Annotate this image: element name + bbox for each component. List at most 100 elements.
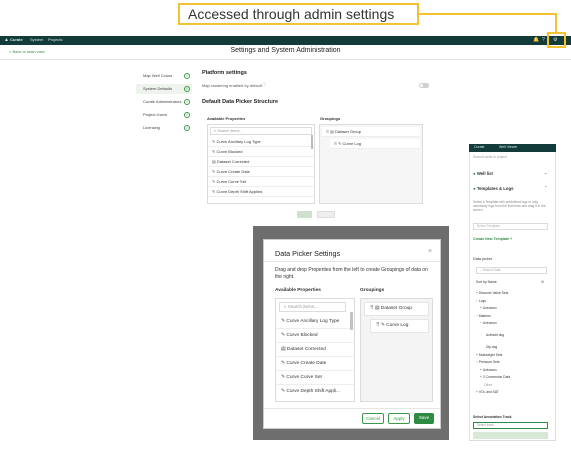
add-annotation-button[interactable] [473, 432, 548, 439]
modal-footer-divider [264, 408, 440, 409]
tree-item[interactable]: + VOL and SAT [476, 390, 550, 398]
tree-item[interactable]: + Unknown [476, 306, 550, 314]
tree-item[interactable]: − Pressure Sets [476, 360, 550, 368]
list-item[interactable]: ✎ Curve Create Date [208, 167, 314, 177]
data-tree: + Discover Value Sets − Logs + Unknown −… [476, 291, 550, 398]
tree-item[interactable]: − Markers [476, 314, 550, 322]
list-item[interactable]: ⠿ ▤ Dataset Group [364, 302, 429, 316]
drag-handle-icon: ⠿ [376, 323, 380, 328]
bell-icon[interactable]: 🔔 [533, 36, 539, 44]
nav-item-project-users[interactable]: Project Users ✓ [136, 110, 192, 120]
pencil-icon: ✎ [281, 333, 286, 338]
nav-item-system-defaults[interactable]: System Defaults ✓ [136, 84, 192, 94]
templates-logs-section[interactable]: ● Templates & Logs [473, 186, 514, 191]
list-item[interactable]: ⠿ ✎ Curve Log [330, 139, 420, 149]
pencil-icon: ✎ [380, 323, 385, 328]
nav-item-curate-administrators[interactable]: Curate Administrators ✓ [136, 97, 192, 107]
pencil-icon: ✎ [281, 319, 286, 324]
sort-by-name-select[interactable]: Sort by Name [476, 280, 497, 285]
tree-item[interactable]: + Mudweight Sets [476, 353, 550, 361]
list-item[interactable]: ✎ Curve Ancillary Log Type [208, 137, 314, 147]
check-circle-icon: ✓ [184, 73, 190, 79]
tree-item[interactable]: − Unknown [476, 321, 550, 329]
chevron-down-icon[interactable]: ⌄ [544, 171, 547, 176]
available-properties-label: Available Properties [207, 116, 246, 121]
check-circle-icon: ✓ [184, 99, 190, 105]
list-item[interactable]: ✎ Curve Depth Shift Appli... [276, 385, 354, 399]
drag-handle-icon: ⠿ [334, 141, 337, 146]
map-clustering-toggle[interactable] [419, 83, 429, 88]
close-icon[interactable]: × [428, 248, 432, 255]
check-circle-icon: ✓ [184, 86, 190, 92]
save-button[interactable]: Save [414, 413, 434, 424]
well-list-section[interactable]: ● Well list [473, 171, 493, 176]
settings-save-button[interactable] [297, 211, 312, 218]
help-icon[interactable]: ? [542, 36, 545, 44]
chevron-up-icon[interactable]: ⌃ [544, 186, 547, 191]
list-item[interactable]: ✎ Curve Create Date [276, 357, 354, 371]
groupings-label: Groupings [320, 116, 341, 121]
list-item[interactable]: ⠿ ▤ Dataset Group [322, 127, 420, 137]
nav-item-licensing[interactable]: Licensing ✓ [136, 123, 192, 133]
data-picker-settings-modal: Data Picker Settings × Drag and drop Pro… [263, 239, 441, 429]
well-search-input[interactable]: Search wells in project [473, 155, 507, 160]
nav-item-map-well-colors[interactable]: Map Well Colors ✓ [136, 71, 192, 81]
available-properties-list: ⌕ Search items... ✎ Curve Ancillary Log … [207, 124, 315, 204]
templates-description: Select a Template with predefined logs o… [473, 200, 546, 213]
pencil-icon: ✎ [281, 389, 286, 394]
drag-handle-icon: ⠿ [326, 129, 329, 134]
groupings-label: Groupings [360, 288, 385, 293]
nav-system[interactable]: System [30, 37, 43, 43]
info-icon: ⓘ [262, 82, 266, 87]
tab-well-viewer[interactable]: Well Viewer [499, 145, 517, 150]
tree-item[interactable]: + Discover Value Sets [476, 291, 550, 299]
apply-button[interactable]: Apply [388, 413, 410, 424]
template-select[interactable]: Select Template [473, 223, 548, 230]
check-circle-icon: ● [473, 171, 476, 176]
gear-highlight-box [547, 32, 566, 48]
dataset-icon: ▤ [281, 347, 286, 352]
pencil-icon: ✎ [212, 149, 216, 154]
settings-icon[interactable]: ⚙ [541, 280, 544, 285]
data-picker-label: Data picker [473, 257, 493, 261]
list-item[interactable]: ✎ Curve Depth Shift Applied [208, 187, 314, 197]
tree-item[interactable]: Dip.dcg [476, 341, 550, 353]
properties-search-input[interactable]: ⌕ Search items... [279, 302, 346, 312]
list-scrollbar[interactable] [350, 312, 353, 330]
settings-cancel-button[interactable] [317, 211, 335, 218]
list-item[interactable]: ⠿ ✎ Curve Log [370, 319, 429, 333]
modal-divider [264, 261, 440, 262]
tree-item[interactable]: + Unknown [476, 368, 550, 376]
tree-item[interactable]: + 2 Conversion Data [476, 375, 550, 383]
tree-item[interactable]: − Logs [476, 299, 550, 307]
properties-search-input[interactable]: ⌕ Search items... [210, 127, 312, 135]
list-item[interactable]: ✎ Curve Ancillary Log Type [276, 315, 354, 329]
header-divider [0, 59, 571, 60]
tree-item[interactable]: Other [476, 383, 550, 391]
curate-logo-icon: ▲ [4, 37, 9, 43]
nav-projects[interactable]: Projects [48, 37, 62, 43]
trash-icon: ▤ [212, 159, 216, 164]
check-circle-icon: ● [473, 186, 476, 191]
tree-item[interactable]: Azimuth.dcg [476, 329, 550, 341]
pencil-icon: ✎ [212, 189, 216, 194]
list-item[interactable]: ▤ Dataset Corrected [276, 343, 354, 357]
list-item[interactable]: ▤ Dataset Corrected [208, 157, 314, 167]
list-item[interactable]: ✎ Curve Curve Set [276, 371, 354, 385]
drag-handle-icon: ⠿ [370, 306, 374, 311]
platform-settings-heading: Platform settings [202, 70, 247, 76]
list-scrollbar[interactable] [311, 135, 313, 149]
map-clustering-label: Map clustering enabled by default [202, 83, 262, 88]
data-search-input[interactable]: ⌕ Search Data [476, 267, 547, 274]
annotation-track-label: Select Annotation Track [473, 415, 512, 419]
list-item[interactable]: ✎ Curve Curve Set [208, 177, 314, 187]
cancel-button[interactable]: Cancel [362, 413, 384, 424]
annotation-track-select[interactable]: Select track [473, 422, 548, 429]
list-item[interactable]: ✎ Curve Blocked [208, 147, 314, 157]
callout-connector-line-vertical [555, 13, 557, 34]
nav-item-label: Licensing [143, 125, 160, 130]
check-circle-icon: ✓ [184, 112, 190, 118]
list-item[interactable]: ✎ Curve Blocked [276, 329, 354, 343]
pencil-icon: ✎ [281, 375, 286, 380]
create-template-link[interactable]: Create New Template + [473, 237, 512, 242]
